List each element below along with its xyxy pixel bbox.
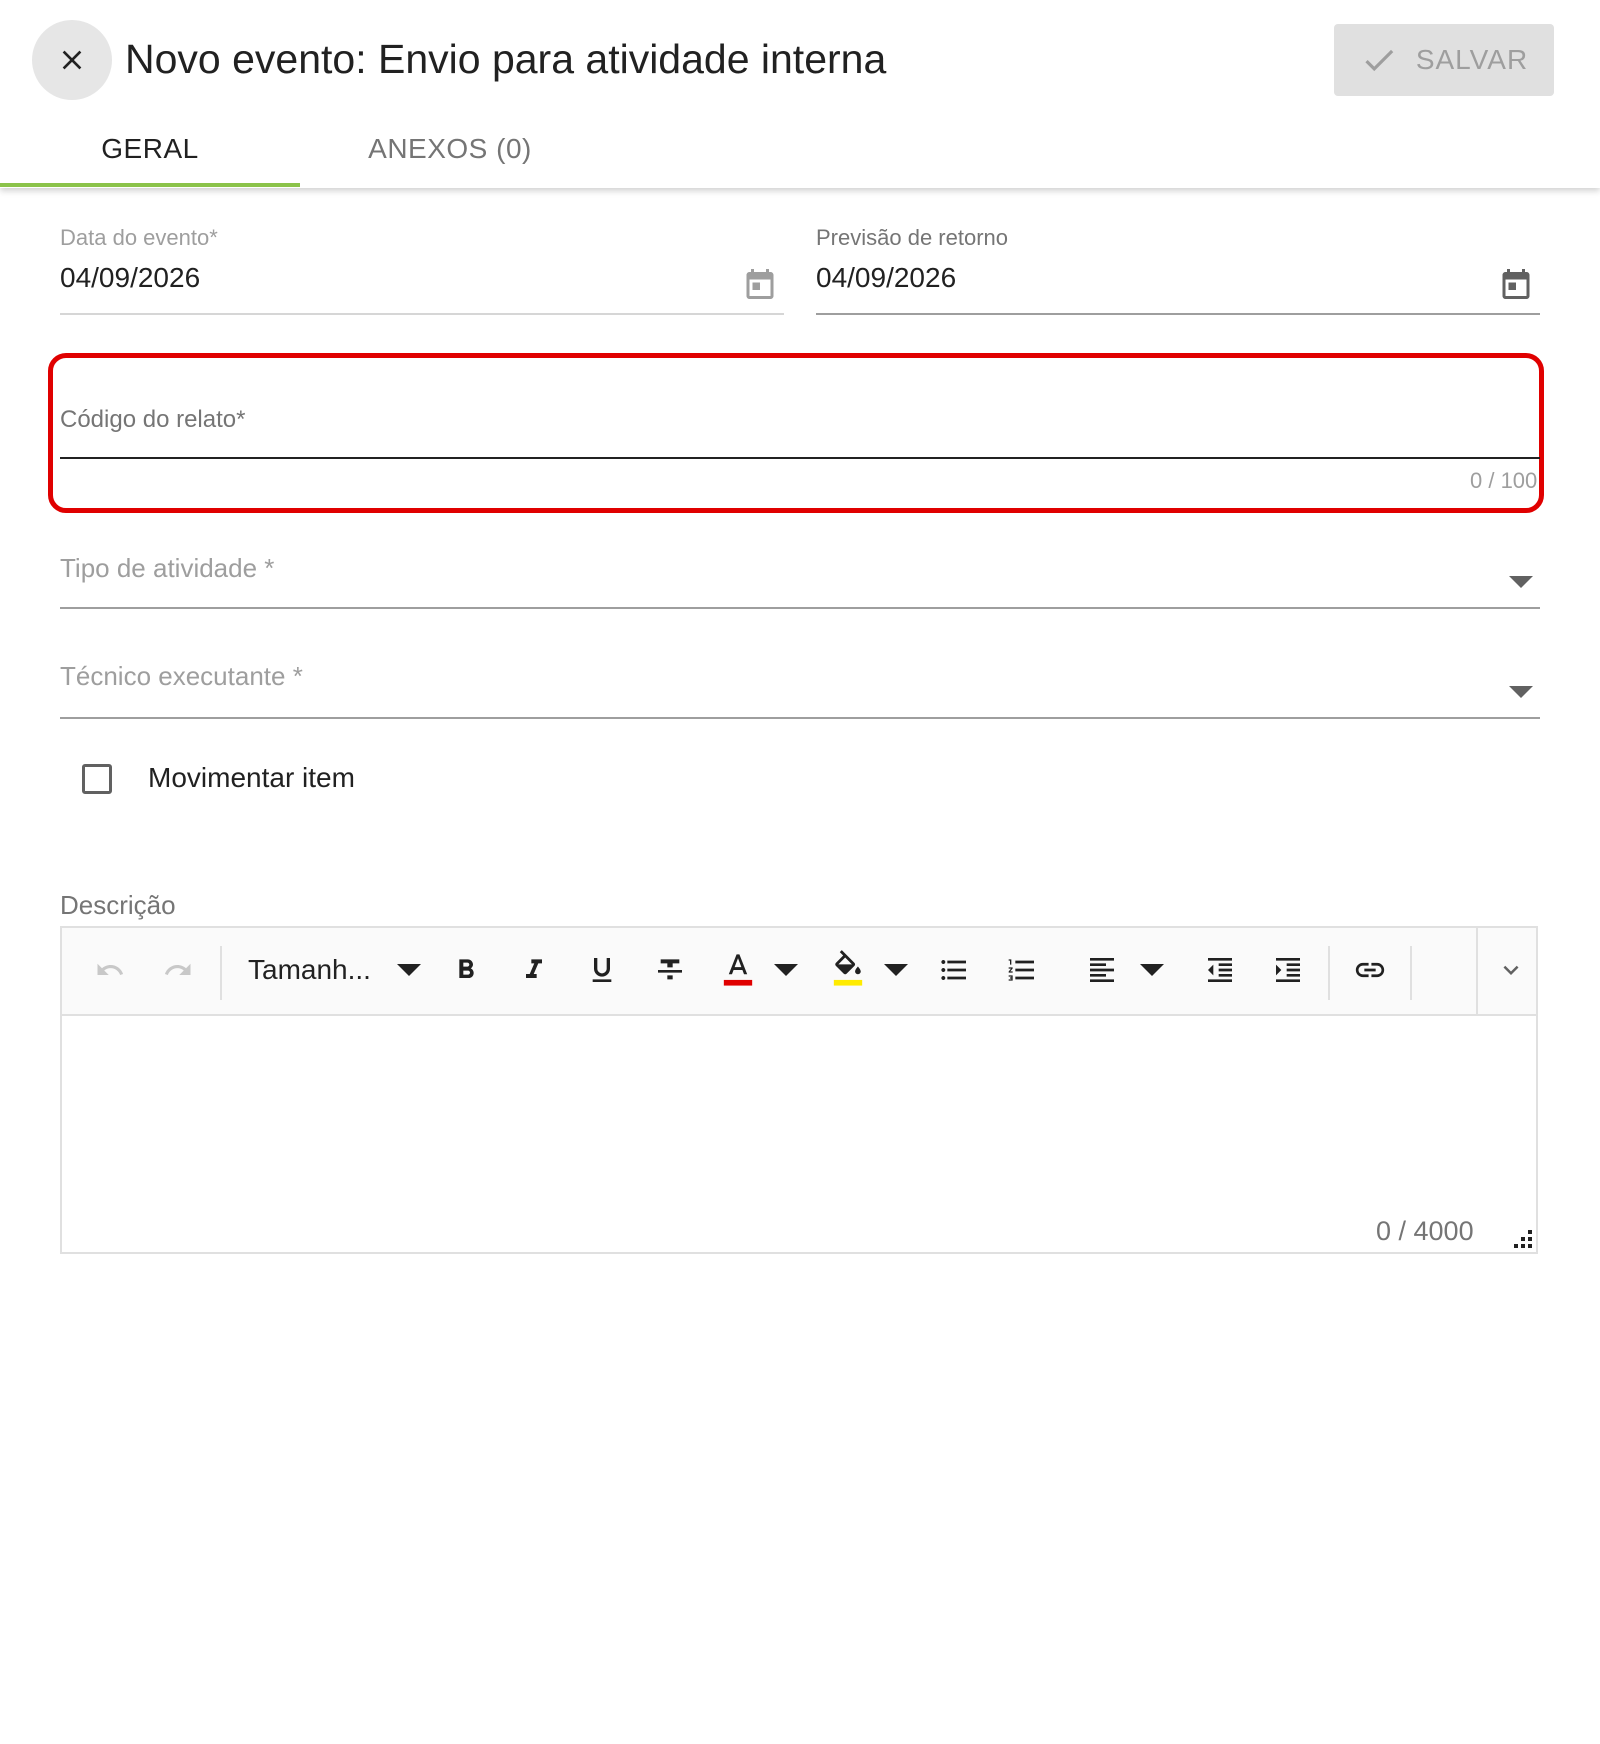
- strikethrough-button[interactable]: [650, 950, 690, 990]
- previsao-retorno-underline: [816, 313, 1540, 315]
- toolbar-separator: [220, 946, 222, 1000]
- bold-button[interactable]: [446, 950, 486, 990]
- tipo-atividade-label: Tipo de atividade *: [60, 553, 275, 583]
- numbered-list-button[interactable]: [1002, 950, 1042, 990]
- bulleted-list-button[interactable]: [934, 950, 974, 990]
- toolbar-separator: [1410, 946, 1412, 1000]
- codigo-relato-highlight: [48, 353, 1544, 513]
- font-size-label: Tamanh...: [248, 954, 371, 985]
- highlight-color-button[interactable]: [828, 950, 868, 990]
- save-button[interactable]: SALVAR: [1334, 24, 1554, 96]
- bulleted-list-icon: [941, 960, 966, 980]
- codigo-relato-counter: 0 / 100: [1470, 468, 1538, 493]
- chevron-down-icon[interactable]: [1509, 576, 1533, 588]
- numbered-list-icon: [1008, 959, 1034, 981]
- highlight-color-icon: [833, 950, 863, 986]
- data-evento-underline: [60, 313, 784, 315]
- chevron-down-icon: [1140, 964, 1164, 976]
- tipo-atividade-select[interactable]: [60, 607, 1540, 609]
- chevron-down-icon: [774, 964, 798, 976]
- align-dropdown[interactable]: [1136, 950, 1168, 990]
- previsao-retorno-input[interactable]: 04/09/2026: [816, 262, 956, 294]
- undo-icon: [97, 963, 124, 975]
- italic-button[interactable]: [514, 950, 554, 990]
- outdent-icon: [1208, 958, 1232, 982]
- descricao-editor[interactable]: Tamanh... 0 / 4000: [60, 926, 1538, 1254]
- check-icon: [1365, 49, 1394, 72]
- data-evento-input[interactable]: 04/09/2026: [60, 262, 200, 294]
- save-button-label: SALVAR: [1415, 44, 1529, 75]
- calendar-icon[interactable]: [742, 266, 778, 302]
- chevron-down-icon: [884, 964, 908, 976]
- tab-geral[interactable]: GERAL: [0, 110, 300, 188]
- close-icon: [62, 50, 82, 70]
- movimentar-item-label: Movimentar item: [148, 762, 355, 793]
- toolbar-separator: [1328, 946, 1330, 1000]
- chevron-down-icon[interactable]: [1509, 686, 1533, 698]
- descricao-counter: 0 / 4000: [1376, 1216, 1474, 1246]
- indent-button[interactable]: [1268, 950, 1308, 990]
- dialog-title: Novo evento: Envio para atividade intern…: [125, 36, 887, 82]
- strikethrough-icon: [658, 959, 682, 980]
- underline-icon: [592, 958, 612, 982]
- underline-button[interactable]: [582, 950, 622, 990]
- font-color-button[interactable]: [718, 950, 758, 990]
- tecnico-executante-label: Técnico executante *: [60, 661, 303, 691]
- editor-toolbar: Tamanh...: [62, 928, 1536, 1016]
- outdent-button[interactable]: [1200, 950, 1240, 990]
- dialog-header: Novo evento: Envio para atividade intern…: [0, 0, 1600, 188]
- align-left-icon: [1090, 958, 1114, 982]
- chevron-down-icon: [396, 964, 421, 976]
- align-button[interactable]: [1082, 950, 1122, 990]
- undo-button[interactable]: [92, 950, 128, 990]
- codigo-relato-input[interactable]: [60, 457, 1540, 459]
- link-button[interactable]: [1350, 950, 1390, 990]
- highlight-color-dropdown[interactable]: [880, 950, 912, 990]
- font-color-icon: [723, 954, 753, 986]
- toolbar-separator: [1476, 928, 1478, 1014]
- resize-handle-icon[interactable]: [1512, 1228, 1534, 1250]
- redo-icon: [164, 963, 191, 975]
- data-evento-label: Data do evento*: [60, 225, 218, 250]
- expand-toolbar-button[interactable]: [1486, 950, 1536, 990]
- link-icon: [1355, 962, 1385, 978]
- italic-icon: [526, 959, 542, 978]
- active-tab-indicator: [0, 183, 300, 187]
- tecnico-executante-select[interactable]: [60, 717, 1540, 719]
- indent-icon: [1276, 958, 1300, 982]
- font-color-dropdown[interactable]: [770, 950, 802, 990]
- bold-icon: [459, 959, 474, 978]
- movimentar-item-checkbox[interactable]: [82, 764, 112, 794]
- calendar-icon[interactable]: [1498, 266, 1534, 302]
- redo-button[interactable]: [160, 950, 196, 990]
- tab-anexos[interactable]: ANEXOS (0): [300, 110, 600, 188]
- font-size-dropdown[interactable]: Tamanh...: [248, 950, 421, 990]
- descricao-label: Descrição: [60, 890, 176, 920]
- close-button[interactable]: [32, 20, 112, 100]
- expand-toolbar-icon: [1503, 965, 1519, 975]
- previsao-retorno-label: Previsão de retorno: [816, 225, 1008, 250]
- codigo-relato-label: Código do relato*: [60, 406, 246, 433]
